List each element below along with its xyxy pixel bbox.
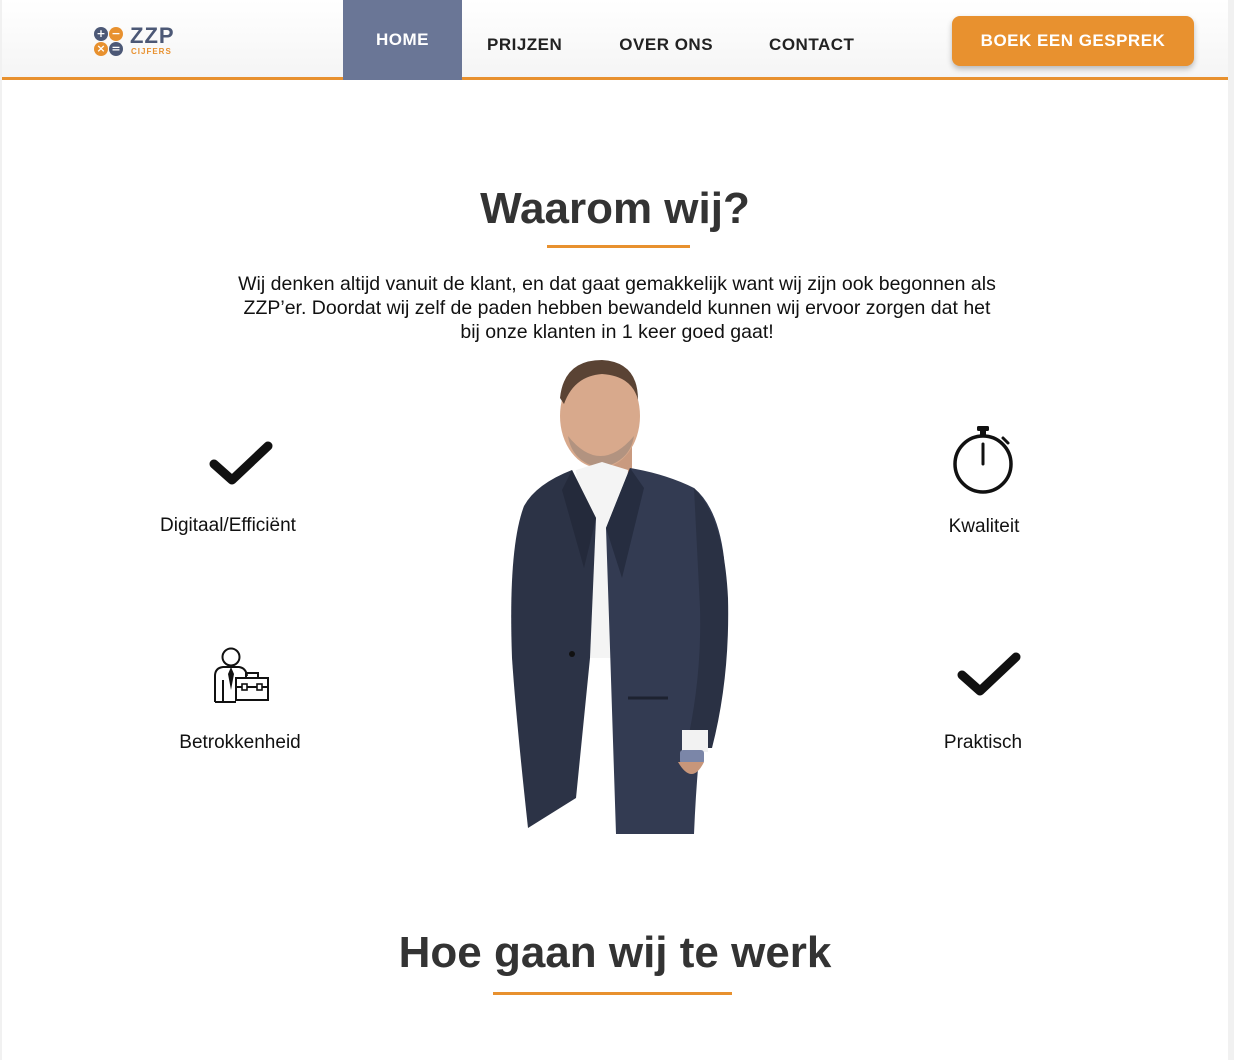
feature-digitaal: Digitaal/Efficiënt <box>128 515 328 537</box>
nav-item-over-ons[interactable]: OVER ONS <box>619 0 713 80</box>
title-underline <box>547 245 690 248</box>
businessman-photo <box>511 360 729 834</box>
feature-label: Kwaliteit <box>948 516 1020 537</box>
nav-item-contact[interactable]: CONTACT <box>769 0 854 80</box>
page: + − × = ZZP CIJFERS HOME PRIJZEN OVER ON… <box>2 0 1228 1060</box>
book-call-button[interactable]: BOEK EEN GESPREK <box>952 16 1194 66</box>
feature-label: Praktisch <box>943 732 1023 753</box>
nav-item-prijzen[interactable]: PRIJZEN <box>487 0 562 80</box>
feature-kwaliteit: Kwaliteit <box>884 516 1084 538</box>
section-title-why: Waarom wij? <box>480 184 750 233</box>
logo-word: ZZP <box>130 23 175 48</box>
feature-label: Betrokkenheid <box>179 732 301 753</box>
title-underline <box>493 992 732 995</box>
nav-item-home[interactable]: HOME <box>343 0 462 80</box>
site-header: + − × = ZZP CIJFERS HOME PRIJZEN OVER ON… <box>2 0 1228 80</box>
plus-symbol: + <box>94 27 108 41</box>
feature-praktisch: Praktisch <box>883 732 1083 754</box>
feature-betrokkenheid: Betrokkenheid <box>140 732 340 754</box>
main-nav: HOME PRIJZEN OVER ONS CONTACT <box>343 0 854 80</box>
equals-symbol: = <box>109 42 123 56</box>
minus-symbol: − <box>109 27 123 41</box>
times-symbol: × <box>94 42 108 56</box>
logo-symbols: + − × = <box>94 27 126 59</box>
logo[interactable]: + − × = ZZP CIJFERS <box>94 23 184 59</box>
section-title-how: Hoe gaan wij te werk <box>398 928 832 977</box>
stopwatch-icon <box>953 426 1013 494</box>
checkmark-icon <box>209 441 273 485</box>
logo-subtitle: CIJFERS <box>131 47 172 56</box>
feature-label: Digitaal/Efficiënt <box>160 515 296 536</box>
checkmark-icon <box>957 652 1021 696</box>
intro-text: Wij denken altijd vanuit de klant, en da… <box>238 273 996 343</box>
businessman-briefcase-icon <box>214 647 269 703</box>
